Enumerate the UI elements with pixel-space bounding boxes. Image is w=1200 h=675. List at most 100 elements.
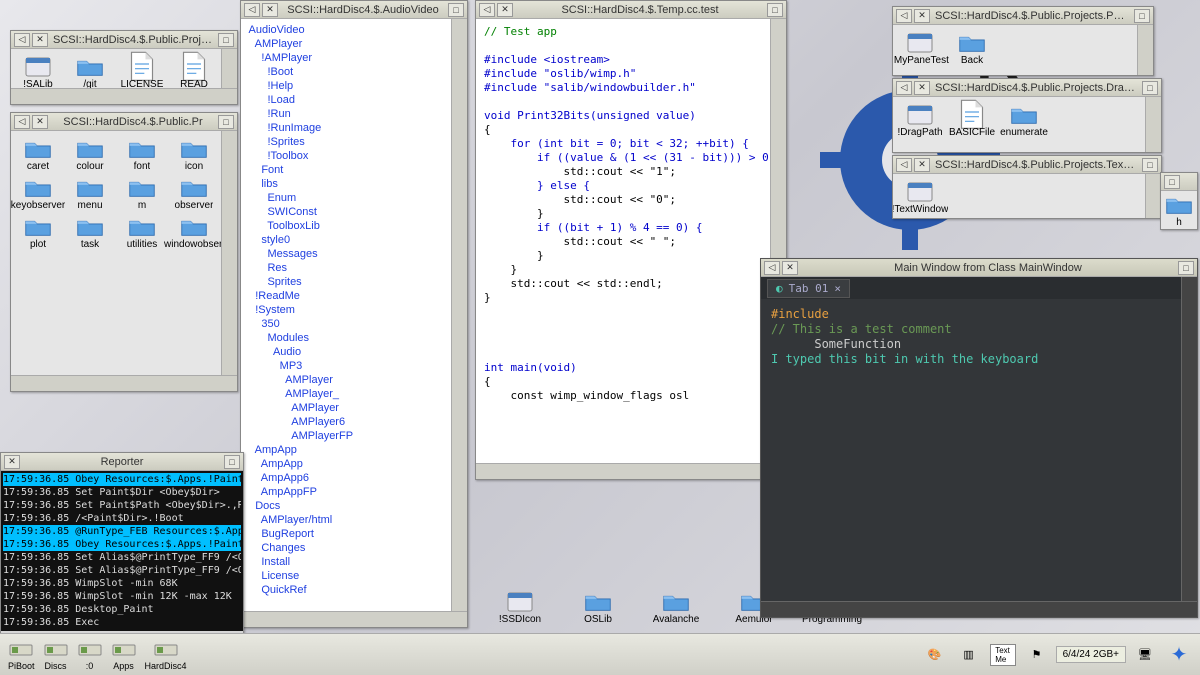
- filer-item[interactable]: utilities: [119, 215, 165, 250]
- tree-item[interactable]: AmpAppFP: [243, 485, 449, 499]
- close-button[interactable]: ✕: [914, 158, 930, 172]
- tree-item[interactable]: BugReport: [243, 527, 449, 541]
- tree-item[interactable]: Sprites: [243, 275, 449, 289]
- back-button[interactable]: ◁: [14, 115, 30, 129]
- toggle-size-button[interactable]: □: [224, 455, 240, 469]
- filer-item[interactable]: LICENSE: [119, 55, 165, 88]
- tree-item[interactable]: libs: [243, 177, 449, 191]
- window-h[interactable]: □ h: [1160, 172, 1198, 230]
- close-tab-icon[interactable]: ×: [834, 282, 841, 295]
- iconbar-paint-icon[interactable]: 🎨: [920, 644, 950, 666]
- scrollbar-v[interactable]: [1181, 277, 1197, 601]
- toggle-size-button[interactable]: □: [1134, 9, 1150, 23]
- tree-item[interactable]: ToolboxLib: [243, 219, 449, 233]
- filer-item[interactable]: font: [119, 137, 165, 172]
- scrollbar-v[interactable]: [221, 131, 237, 375]
- iconbar-switcher-icon[interactable]: ✦: [1164, 644, 1194, 666]
- filer-item[interactable]: caret: [15, 137, 61, 172]
- tree-item[interactable]: !ReadMe: [243, 289, 449, 303]
- filer-item[interactable]: windowobserver: [171, 215, 217, 250]
- filer-item[interactable]: icon: [171, 137, 217, 172]
- filer-item[interactable]: READ: [171, 55, 217, 88]
- window-testcode[interactable]: ◁✕SCSI::HardDisc4.$.Temp.cc.test□ // Tes…: [475, 0, 787, 480]
- toggle-size-button[interactable]: □: [1142, 158, 1158, 172]
- close-button[interactable]: ✕: [32, 115, 48, 129]
- toggle-size-button[interactable]: □: [1164, 175, 1180, 189]
- tree-item[interactable]: !Load: [243, 93, 449, 107]
- tree-item[interactable]: AMPlayerFP: [243, 429, 449, 443]
- tree-item[interactable]: Enum: [243, 191, 449, 205]
- close-button[interactable]: ✕: [914, 81, 930, 95]
- back-button[interactable]: ◁: [896, 158, 912, 172]
- filer-item[interactable]: !DragPath: [897, 103, 943, 138]
- tree-item[interactable]: License: [243, 569, 449, 583]
- tree-item[interactable]: AmpApp6: [243, 471, 449, 485]
- tree-item[interactable]: Font: [243, 163, 449, 177]
- iconbar-textme-icon[interactable]: TextMe: [988, 644, 1018, 666]
- filer-item[interactable]: colour: [67, 137, 113, 172]
- filer-item[interactable]: !TextWindow: [897, 180, 943, 215]
- iconbar-item-:0[interactable]: :0: [75, 638, 105, 671]
- close-button[interactable]: ✕: [782, 261, 798, 275]
- toggle-size-button[interactable]: □: [1142, 81, 1158, 95]
- pinboard-item[interactable]: Avalanche: [646, 590, 706, 625]
- close-button[interactable]: ✕: [914, 9, 930, 23]
- back-button[interactable]: ◁: [479, 3, 495, 17]
- back-button[interactable]: ◁: [244, 3, 260, 17]
- tree-item[interactable]: AmpApp: [243, 443, 449, 457]
- tree-item[interactable]: AMPlayer_: [243, 387, 449, 401]
- toggle-size-button[interactable]: □: [218, 115, 234, 129]
- tree-item[interactable]: 350: [243, 317, 449, 331]
- tree-item[interactable]: !Help: [243, 79, 449, 93]
- iconbar-tasks-icon[interactable]: ▥: [954, 644, 984, 666]
- scrollbar-v[interactable]: [1145, 174, 1161, 218]
- toggle-size-button[interactable]: □: [448, 3, 464, 17]
- tree-item[interactable]: style0: [243, 233, 449, 247]
- close-button[interactable]: ✕: [262, 3, 278, 17]
- tree-item[interactable]: AMPlayer: [243, 37, 449, 51]
- close-button[interactable]: ✕: [4, 455, 20, 469]
- back-button[interactable]: ◁: [764, 261, 780, 275]
- back-button[interactable]: ◁: [14, 33, 30, 47]
- window-public[interactable]: ◁✕SCSI::HardDisc4.$.Public.Pr□ caretcolo…: [10, 112, 238, 392]
- tree-item[interactable]: !AMPlayer: [243, 51, 449, 65]
- window-textwindow[interactable]: ◁✕SCSI::HardDisc4.$.Public.Projects.Text…: [892, 155, 1162, 219]
- scrollbar-h[interactable]: [11, 88, 237, 104]
- tree-item[interactable]: !RunImage: [243, 121, 449, 135]
- window-reporter[interactable]: ✕Reporter□ 17:59:36.85 Obey Resources:$.…: [0, 452, 244, 634]
- scrollbar-v[interactable]: [451, 19, 467, 611]
- iconbar-item-discs[interactable]: Discs: [41, 638, 71, 671]
- tree-item[interactable]: Res: [243, 261, 449, 275]
- iconbar-item-harddisc4[interactable]: HardDisc4: [143, 638, 189, 671]
- scrollbar-h[interactable]: [241, 611, 467, 627]
- scrollbar-h[interactable]: [761, 601, 1197, 617]
- tree-item[interactable]: Changes: [243, 541, 449, 555]
- editor-area[interactable]: ◐Tab 01× #include // This is a test comm…: [761, 277, 1181, 601]
- iconbar-clock[interactable]: 6/4/24 2GB+: [1056, 646, 1126, 663]
- iconbar-item-apps[interactable]: Apps: [109, 638, 139, 671]
- filer-item[interactable]: /git: [67, 55, 113, 88]
- filer-item[interactable]: plot: [15, 215, 61, 250]
- pinboard-item[interactable]: OSLib: [568, 590, 628, 625]
- filer-item[interactable]: keyobserver: [15, 176, 61, 211]
- filer-item[interactable]: observer: [171, 176, 217, 211]
- filer-item[interactable]: menu: [67, 176, 113, 211]
- filer-item[interactable]: !SALib: [15, 55, 61, 88]
- close-button[interactable]: ✕: [497, 3, 513, 17]
- scrollbar-v[interactable]: [1137, 25, 1153, 75]
- tree-item[interactable]: Modules: [243, 331, 449, 345]
- pinboard-item[interactable]: !SSDIcon: [490, 590, 550, 625]
- iconbar-item-piboot[interactable]: PiBoot: [6, 638, 37, 671]
- tree-item[interactable]: AMPlayer: [243, 373, 449, 387]
- filer-item[interactable]: m: [119, 176, 165, 211]
- back-button[interactable]: ◁: [896, 9, 912, 23]
- tree-item[interactable]: !System: [243, 303, 449, 317]
- code-content[interactable]: #include // This is a test comment SomeF…: [761, 299, 1181, 375]
- window-mainwindow[interactable]: ◁✕Main Window from Class MainWindow□ ◐Ta…: [760, 258, 1198, 618]
- tree-item[interactable]: AmpApp: [243, 457, 449, 471]
- tree-item[interactable]: Messages: [243, 247, 449, 261]
- tree-item[interactable]: Audio: [243, 345, 449, 359]
- tree-item[interactable]: !Toolbox: [243, 149, 449, 163]
- close-button[interactable]: ✕: [32, 33, 48, 47]
- window-audiovideo[interactable]: ◁✕SCSI::HardDisc4.$.AudioVideo□ AudioVid…: [240, 0, 468, 628]
